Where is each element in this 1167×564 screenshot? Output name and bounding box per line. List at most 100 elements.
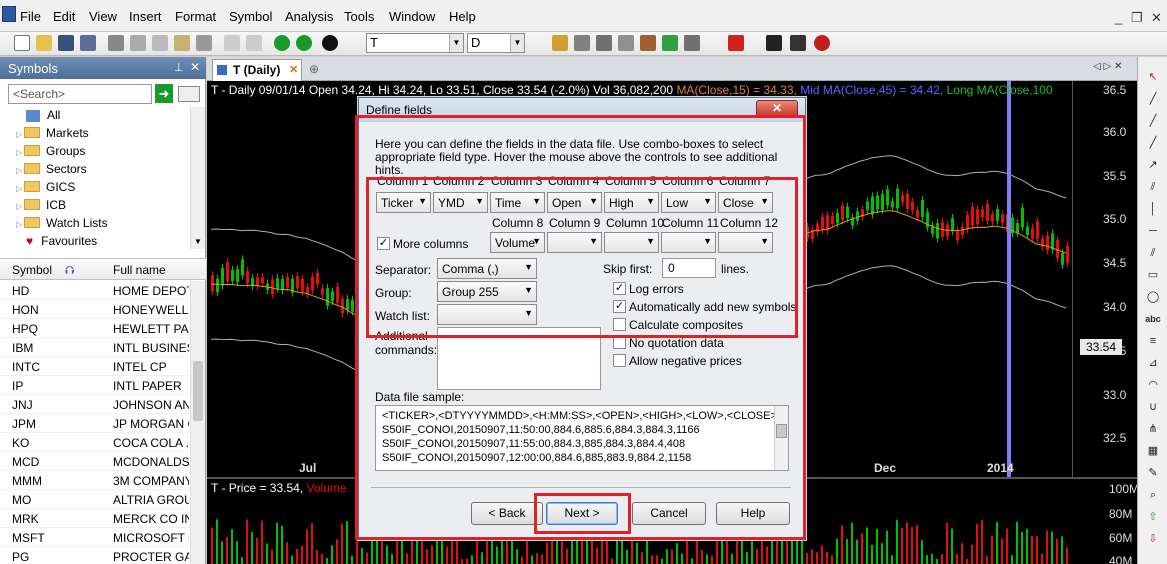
additional-commands-input[interactable] — [437, 327, 601, 390]
filter-icon[interactable] — [178, 86, 200, 102]
arc-icon[interactable]: ◠ — [1145, 377, 1161, 393]
extended-line-icon[interactable]: ╱ — [1145, 135, 1161, 151]
symbol-row[interactable]: IP INTL PAPER — [0, 376, 190, 395]
arrow-up-icon[interactable]: ⇧ — [1145, 509, 1161, 525]
column-4-combo[interactable]: Open ▼ — [547, 192, 602, 213]
save-icon[interactable] — [58, 35, 74, 51]
column-8-combo[interactable]: Volume ▼ — [490, 232, 545, 253]
menu-view[interactable]: View — [89, 9, 117, 24]
column-3-combo[interactable]: Time ▼ — [490, 192, 545, 213]
menu-help[interactable]: Help — [449, 9, 476, 24]
pen-icon[interactable]: ✎ — [1145, 465, 1161, 481]
calculate-composites-checkbox[interactable] — [613, 318, 626, 331]
menu-file[interactable]: File — [20, 9, 41, 24]
close-panel-icon[interactable]: ✕ — [190, 60, 200, 74]
close-window-button[interactable]: ✕ — [1151, 10, 1162, 26]
channel-icon[interactable]: ⫽ — [1145, 179, 1161, 195]
symbol-row[interactable]: IBM INTL BUSINES... — [0, 338, 190, 357]
symbol-row[interactable]: MO ALTRIA GROU — [0, 490, 190, 509]
column-1-combo[interactable]: Ticker ▼ — [376, 192, 431, 213]
symbol-combo[interactable]: T ▼ — [366, 33, 464, 53]
new-tab-icon[interactable]: ⊕ — [309, 62, 319, 76]
column-header-symbol[interactable]: Symbol — [12, 263, 52, 277]
optimize-icon[interactable] — [596, 35, 612, 51]
column-2-combo[interactable]: YMD ▼ — [433, 192, 488, 213]
text-tool-icon[interactable]: abc — [1145, 311, 1161, 327]
symbol-row[interactable]: MRK MERCK CO IN — [0, 509, 190, 528]
cut-icon[interactable] — [130, 35, 146, 51]
magnet-icon[interactable] — [814, 35, 830, 51]
menu-window[interactable]: Window — [389, 9, 435, 24]
redo-icon[interactable] — [246, 35, 262, 51]
tree-item-icb[interactable]: ▷ ICB — [16, 198, 66, 216]
minimize-button[interactable]: _ — [1115, 10, 1122, 25]
tree-item-markets[interactable]: ▷ Markets — [16, 126, 89, 144]
separator-combo[interactable]: Comma (,) ▼ — [437, 258, 537, 279]
back-nav-icon[interactable] — [274, 35, 290, 51]
list-scrollbar[interactable] — [190, 281, 205, 564]
column-5-combo[interactable]: High ▼ — [604, 192, 659, 213]
menu-symbol[interactable]: Symbol — [229, 9, 272, 24]
vertical-line-icon[interactable]: │ — [1145, 201, 1161, 217]
color-icon[interactable] — [728, 35, 744, 51]
arrow-down-icon[interactable]: ⇩ — [1145, 531, 1161, 547]
price-axis[interactable]: 36.5 36.0 35.5 35.0 34.5 34.0 33.5 33.0 … — [1072, 81, 1137, 477]
symbol-row[interactable]: KO COCA COLA ... — [0, 433, 190, 452]
menu-edit[interactable]: Edit — [53, 9, 75, 24]
rectangle-icon[interactable]: ▭ — [1145, 267, 1161, 283]
horizontal-line-icon[interactable]: ─ — [1145, 223, 1161, 239]
menu-insert[interactable]: Insert — [129, 9, 162, 24]
forward-nav-icon[interactable] — [296, 35, 312, 51]
dialog-close-button[interactable]: ✕ — [756, 100, 798, 117]
dialog-title-bar[interactable]: Define fields ✕ — [359, 98, 805, 122]
interval-combo[interactable]: D ▼ — [467, 33, 525, 53]
symbol-row[interactable]: JNJ JOHNSON AN — [0, 395, 190, 414]
parallel-icon[interactable]: ⫽ — [1145, 245, 1161, 261]
scroll-down-icon[interactable]: ▼ — [194, 237, 202, 246]
select-tool-icon[interactable]: ↖ — [1145, 69, 1161, 85]
more-columns-checkbox[interactable]: ✓ — [377, 237, 390, 250]
skip-first-input[interactable]: 0 — [662, 258, 716, 278]
menu-analysis[interactable]: Analysis — [285, 9, 333, 24]
ray-icon[interactable]: ╱ — [1145, 113, 1161, 129]
sample-scrollbar[interactable] — [774, 406, 788, 470]
menu-tools[interactable]: Tools — [344, 9, 374, 24]
scan-icon[interactable] — [574, 35, 590, 51]
sort-icon[interactable]: ⮉ — [65, 263, 74, 278]
next-button[interactable]: Next > — [546, 502, 618, 525]
backtest-icon[interactable] — [618, 35, 634, 51]
column-6-combo[interactable]: Low ▼ — [661, 192, 716, 213]
symbol-row[interactable]: JPM JP MORGAN C — [0, 414, 190, 433]
tree-item-gics[interactable]: ▷ GICS — [16, 180, 75, 198]
tree-item-favourites[interactable]: ♥ Favourites — [26, 234, 97, 252]
auto-add-symbols-checkbox[interactable]: ✓ — [613, 300, 626, 313]
paste-icon[interactable] — [174, 35, 190, 51]
new-icon[interactable] — [14, 35, 30, 51]
symbol-search-input[interactable]: <Search> — [8, 84, 152, 104]
search-go-icon[interactable]: ➜ — [155, 84, 173, 103]
close-tab-icon[interactable]: ✕ — [289, 63, 298, 76]
line-tool-icon[interactable] — [766, 35, 782, 51]
symbol-row[interactable]: HON HONEYWELL I — [0, 300, 190, 319]
gann-icon[interactable]: ▦ — [1145, 443, 1161, 459]
delete-icon[interactable] — [196, 35, 212, 51]
watch-list-combo[interactable]: ▼ — [437, 304, 537, 325]
allow-negative-prices-checkbox[interactable] — [613, 354, 626, 367]
restore-button[interactable]: ❐ — [1131, 10, 1143, 26]
symbol-row[interactable]: MCD MCDONALDS — [0, 452, 190, 471]
column-12-combo[interactable]: ▼ — [718, 232, 773, 253]
symbol-row[interactable]: MMM 3M COMPANY — [0, 471, 190, 490]
save-all-icon[interactable] — [80, 35, 96, 51]
list-scroll-thumb[interactable] — [193, 361, 203, 421]
data-sample-box[interactable]: <TICKER>,<DTYYYYMMDD>,<H:MM:SS>,<OPEN>,<… — [375, 405, 789, 471]
arrow-line-icon[interactable]: ↗ — [1145, 157, 1161, 173]
tree-item-sectors[interactable]: ▷ Sectors — [16, 162, 87, 180]
column-9-combo[interactable]: ▼ — [547, 232, 602, 253]
cycles-icon[interactable]: ∪ — [1145, 399, 1161, 415]
tool-icon[interactable] — [684, 35, 700, 51]
pin-icon[interactable]: ⊥ — [174, 61, 184, 74]
column-10-combo[interactable]: ▼ — [604, 232, 659, 253]
tab-t-daily[interactable]: T (Daily) ✕ — [212, 59, 302, 81]
tick-icon[interactable] — [662, 35, 678, 51]
symbol-row[interactable]: INTC INTEL CP — [0, 357, 190, 376]
